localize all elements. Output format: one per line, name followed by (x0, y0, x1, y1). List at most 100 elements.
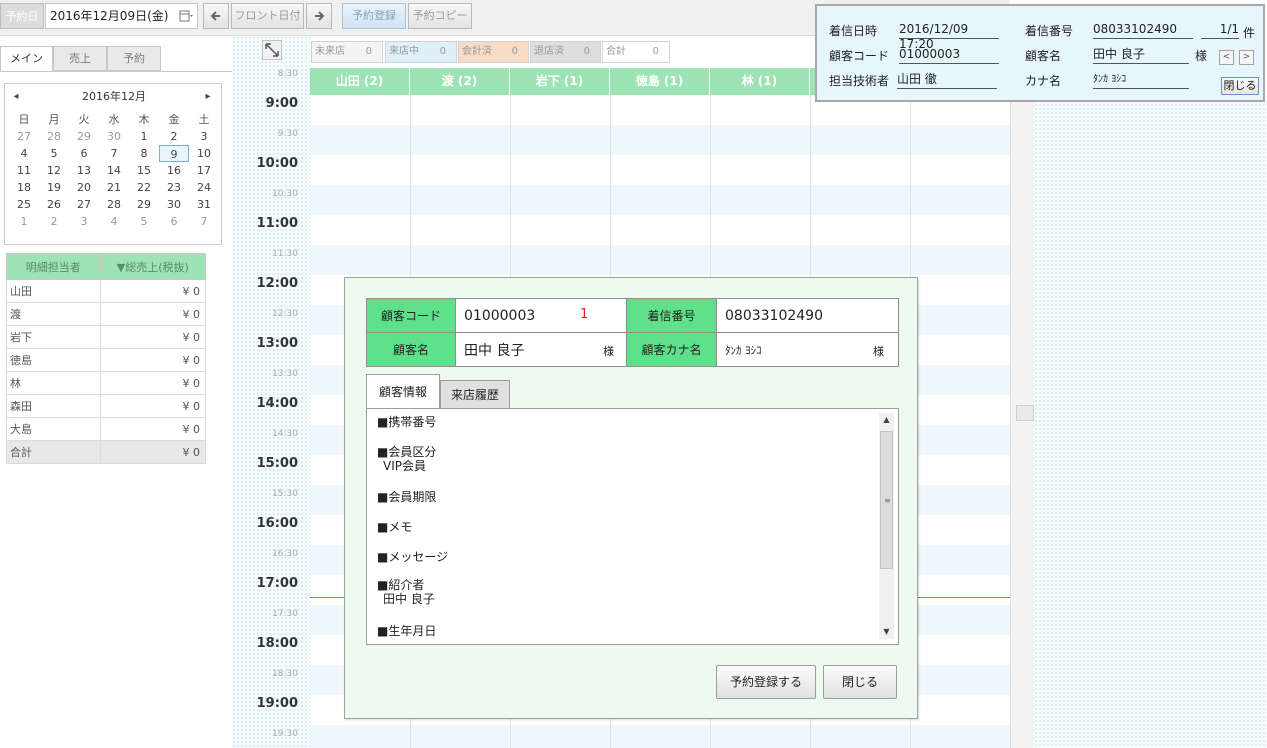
next-day-button[interactable] (306, 3, 332, 29)
tab-customer-info[interactable]: 顧客情報 (366, 374, 440, 409)
calendar-day[interactable]: 14 (99, 162, 129, 179)
calendar-day[interactable]: 30 (159, 196, 189, 213)
reserve-register-button[interactable]: 予約登録 (342, 3, 406, 29)
staff-column-header[interactable]: 岩下 (1) (510, 68, 610, 95)
kana-value: ﾀﾝｶ ﾖｼｺ (1093, 72, 1189, 89)
calendar-day[interactable]: 25 (9, 196, 39, 213)
staff-column-header[interactable]: 林 (1) (710, 68, 810, 95)
calendar-day[interactable]: 15 (129, 162, 159, 179)
time-label-hour: 18:00 (256, 636, 298, 651)
customer-info-area[interactable]: ■携帯番号 ■会員区分 VIP会員 ■会員期限 ■メモ ■メッセージ ■紹介者 田中 良子 ■生… (366, 408, 899, 645)
info-scrollbar[interactable]: ▲ ≡ ▼ (879, 413, 894, 639)
customer-honorific: 様 (1195, 49, 1208, 63)
calendar-day[interactable]: 29 (129, 196, 159, 213)
staff-column-header[interactable]: 山田 (2) (310, 68, 410, 95)
info-section: ■会員区分 VIP会員 (377, 445, 436, 473)
calendar-day[interactable]: 18 (9, 179, 39, 196)
calendar-day[interactable]: 29 (69, 128, 99, 145)
reserve-copy-button[interactable]: 予約コピー (408, 3, 472, 29)
next-month-icon[interactable]: ▸ (201, 88, 215, 106)
info-section: ■携帯番号 (377, 415, 436, 429)
tab-reservation[interactable]: 予約 (107, 46, 161, 71)
prev-day-button[interactable] (203, 3, 229, 29)
calendar-day[interactable]: 6 (159, 213, 189, 230)
staff-row[interactable]: 徳島 ¥ 0 (6, 348, 207, 372)
calendar-day[interactable]: 4 (99, 213, 129, 230)
next-call-button[interactable]: > (1239, 50, 1254, 65)
total-amount: ¥ 0 (99, 440, 207, 464)
calendar-day[interactable]: 10 (189, 145, 219, 162)
calendar-day[interactable]: 13 (69, 162, 99, 179)
calendar-day[interactable]: 12 (39, 162, 69, 179)
date-value: 2016年12月09日(金) (50, 9, 169, 23)
time-label-hour: 16:00 (256, 516, 298, 531)
info-section-title: ■会員区分 (377, 445, 437, 459)
calendar-day[interactable]: 21 (99, 179, 129, 196)
staff-row[interactable]: 大島 ¥ 0 (6, 417, 207, 441)
calendar-day[interactable]: 27 (69, 196, 99, 213)
calendar-day[interactable]: 3 (69, 213, 99, 230)
calendar-dropdown-icon[interactable] (179, 9, 193, 23)
calendar-day[interactable]: 7 (99, 145, 129, 162)
calendar-day[interactable]: 27 (9, 128, 39, 145)
scroll-up-icon[interactable]: ▲ (879, 413, 894, 427)
staff-row[interactable]: 林 ¥ 0 (6, 371, 207, 395)
staff-row[interactable]: 岩下 ¥ 0 (6, 325, 207, 349)
register-reservation-button[interactable]: 予約登録する (716, 665, 816, 699)
calendar-day[interactable]: 30 (99, 128, 129, 145)
calendar-day[interactable]: 1 (9, 213, 39, 230)
splitter-handle[interactable] (1016, 405, 1034, 421)
calendar-day[interactable]: 17 (189, 162, 219, 179)
front-date-button[interactable]: フロント日付 (231, 3, 304, 29)
status-count: 0 (583, 46, 590, 57)
staff-row[interactable]: 山田 ¥ 0 (6, 279, 207, 303)
prev-call-button[interactable]: < (1219, 50, 1234, 65)
time-label-half: 17:30 (272, 609, 298, 619)
status-label: 会計済 (462, 46, 492, 57)
staff-row[interactable]: 渡 ¥ 0 (6, 302, 207, 326)
staff-column-header[interactable]: 徳島 (1) (610, 68, 710, 95)
calendar-day[interactable]: 5 (129, 213, 159, 230)
tab-sales[interactable]: 売上 (53, 46, 107, 71)
calendar-day[interactable]: 9 (159, 145, 189, 162)
calendar-day[interactable]: 2 (39, 213, 69, 230)
calendar-day[interactable]: 5 (39, 145, 69, 162)
tab-visit-history[interactable]: 来店履歴 (440, 380, 510, 409)
calendar-day[interactable]: 4 (9, 145, 39, 162)
calendar-day[interactable]: 22 (129, 179, 159, 196)
calendar-day[interactable]: 28 (99, 196, 129, 213)
calendar-day[interactable]: 16 (159, 162, 189, 179)
date-picker[interactable]: 2016年12月09日(金) (45, 3, 198, 29)
dialog-name-label: 顧客名 (366, 332, 456, 367)
staff-row[interactable]: 森田 ¥ 0 (6, 394, 207, 418)
calendar-day[interactable]: 8 (129, 145, 159, 162)
calendar-day[interactable]: 19 (39, 179, 69, 196)
calendar-day[interactable]: 7 (189, 213, 219, 230)
sales-column-header[interactable]: ▼総売上(税抜) (99, 253, 207, 280)
calendar-day[interactable]: 26 (39, 196, 69, 213)
staff-total-row: 合計 ¥ 0 (6, 440, 207, 464)
calendar-day[interactable]: 23 (159, 179, 189, 196)
staff-column-header[interactable]: 渡 (2) (410, 68, 510, 95)
staff-column-header[interactable]: 明細担当者 (6, 253, 101, 280)
calendar-day[interactable]: 2 (159, 128, 189, 145)
incoming-close-button[interactable]: 閉じる (1221, 77, 1259, 95)
calendar-day[interactable]: 31 (189, 196, 219, 213)
dialog-close-button[interactable]: 閉じる (823, 665, 897, 699)
staff-name: 山田 (6, 279, 101, 303)
calendar-day[interactable]: 3 (189, 128, 219, 145)
scroll-thumb[interactable]: ≡ (880, 431, 893, 569)
calendar-day[interactable]: 24 (189, 179, 219, 196)
calendar-day[interactable]: 20 (69, 179, 99, 196)
scroll-down-icon[interactable]: ▼ (879, 625, 894, 639)
calendar-day[interactable]: 1 (129, 128, 159, 145)
calendar-day[interactable]: 28 (39, 128, 69, 145)
time-label-hour: 10:00 (256, 156, 298, 171)
info-section: ■会員期限 (377, 490, 436, 504)
calendar-day[interactable]: 6 (69, 145, 99, 162)
calendar-day[interactable]: 11 (9, 162, 39, 179)
staff-amount: ¥ 0 (99, 302, 207, 326)
tab-main[interactable]: メイン (0, 46, 53, 71)
time-label-hour: 17:00 (256, 576, 298, 591)
resize-button[interactable] (262, 40, 282, 60)
